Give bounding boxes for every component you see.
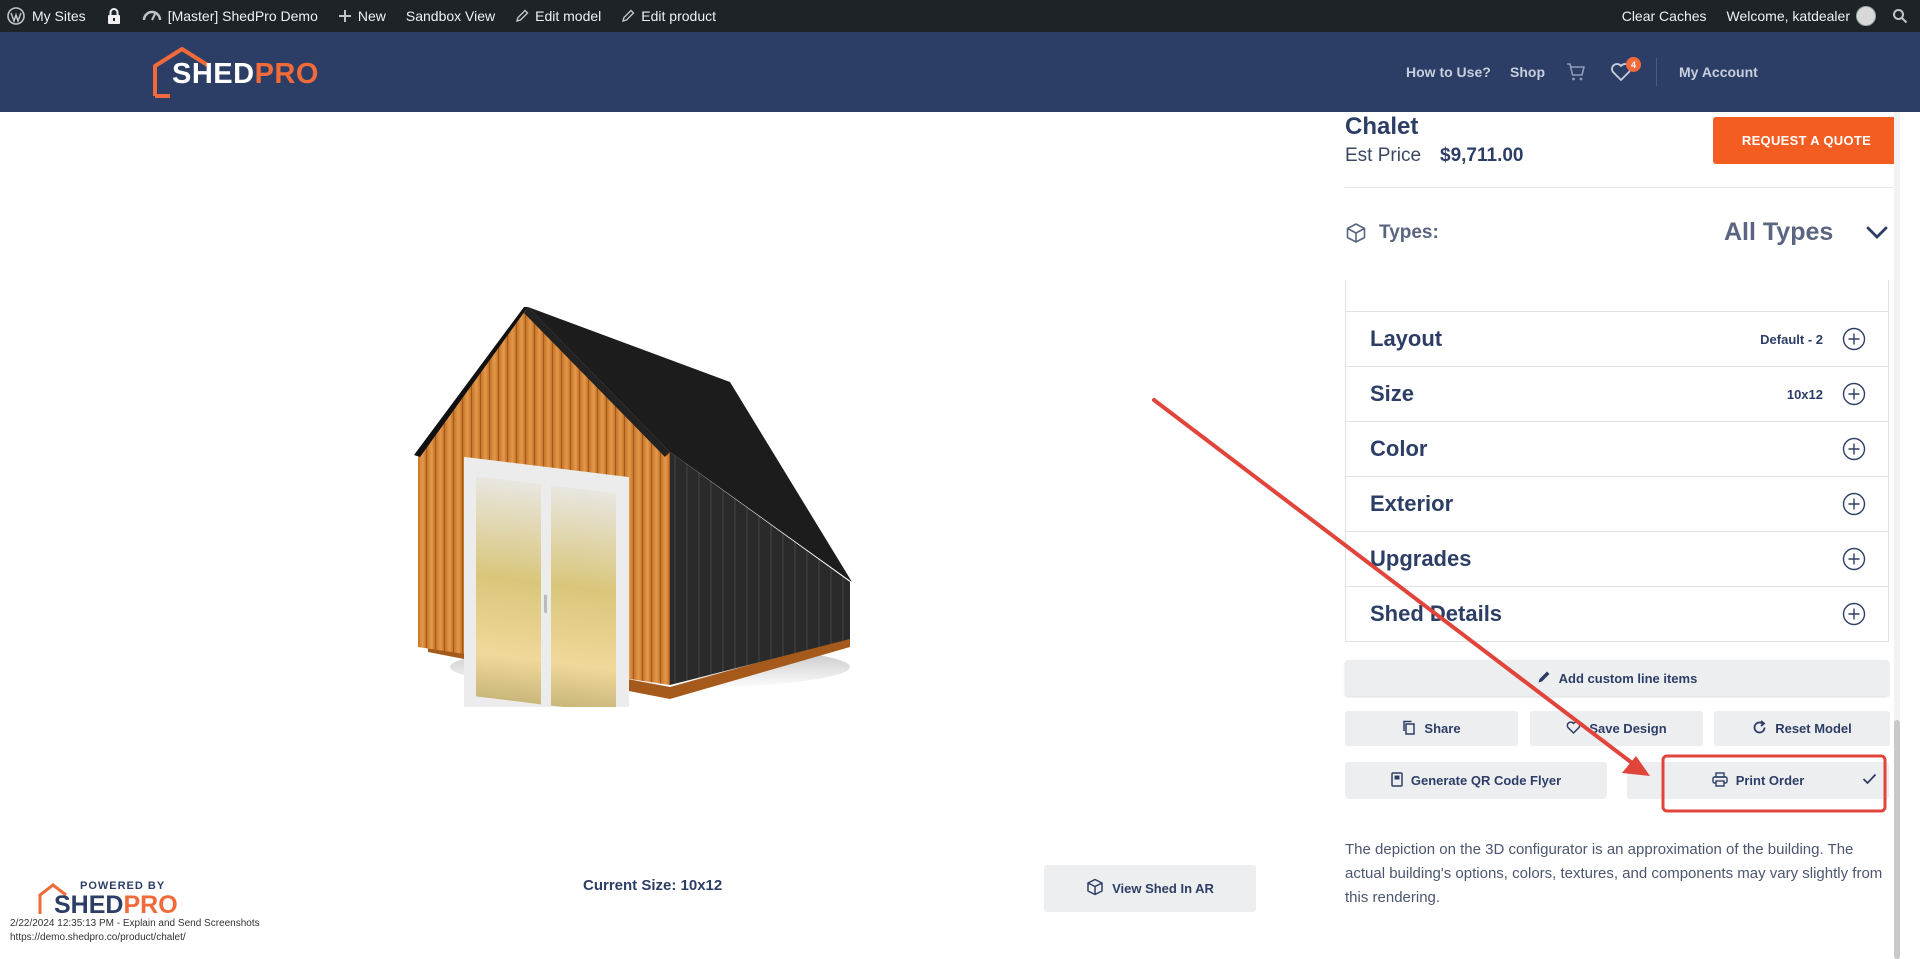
powered-pro-text: PRO: [123, 891, 178, 919]
accordion-row-color[interactable]: Color: [1345, 422, 1889, 477]
shedpro-logo[interactable]: SHEDPRO: [152, 46, 318, 98]
edit-model-label: Edit model: [535, 8, 602, 24]
plus-circle-icon[interactable]: [1842, 382, 1866, 406]
generate-qr-flyer-label: Generate QR Code Flyer: [1410, 773, 1562, 788]
accordion-row-upgrades[interactable]: Upgrades: [1345, 532, 1889, 587]
pencil-icon: [621, 9, 635, 23]
est-price-label: Est Price: [1345, 145, 1422, 166]
printer-icon: [1711, 771, 1728, 790]
cube-icon: [1345, 222, 1367, 249]
plus-icon: [338, 9, 352, 23]
powered-shed-text: SHED: [54, 891, 124, 919]
refresh-icon: [1752, 719, 1767, 738]
site-header: SHEDPRO: [0, 32, 1920, 112]
save-design-label: Save Design: [1589, 721, 1667, 736]
logo-pro-text: PRO: [254, 57, 319, 90]
accordion-value: 10x12: [1786, 386, 1823, 402]
sandbox-label: Sandbox View: [405, 8, 496, 24]
clear-caches-label: Clear Caches: [1621, 8, 1707, 24]
types-label: Types:: [1379, 222, 1439, 243]
product-title: Chalet: [1345, 113, 1419, 140]
view-ar-label: View Shed In AR: [1112, 881, 1214, 896]
pencil-icon: [515, 9, 529, 23]
save-design-button[interactable]: Save Design: [1530, 711, 1703, 746]
view-ar-button[interactable]: View Shed In AR: [1044, 865, 1256, 912]
pencil-icon: [1537, 670, 1551, 687]
my-sites-label: My Sites: [32, 8, 86, 24]
generate-qr-flyer-button[interactable]: Generate QR Code Flyer: [1345, 762, 1607, 799]
plus-circle-icon[interactable]: [1842, 492, 1866, 516]
accordion-label: Size: [1370, 381, 1415, 406]
share-button[interactable]: Share: [1345, 711, 1518, 746]
wishlist-count-badge: 4: [1626, 57, 1641, 72]
types-dropdown[interactable]: All Types: [1724, 218, 1833, 247]
clear-caches-link[interactable]: Clear Caches: [1612, 0, 1717, 32]
edit-product-link[interactable]: Edit product: [611, 0, 726, 32]
accordion-label: Upgrades: [1370, 546, 1472, 571]
add-custom-items-button[interactable]: Add custom line items: [1345, 660, 1889, 696]
search-icon: [1892, 8, 1908, 24]
accordion-label: Exterior: [1370, 491, 1454, 516]
scrollbar-thumb[interactable]: [1894, 720, 1900, 959]
capture-timestamp: 2/22/2024 12:35:13 PM - Explain and Send…: [10, 918, 260, 929]
welcome-label: Welcome, katdealer: [1726, 8, 1850, 24]
wordpress-icon: [6, 6, 26, 26]
new-label: New: [357, 8, 386, 24]
new-content-menu[interactable]: New: [328, 0, 396, 32]
logo-shed-text: SHED: [172, 57, 255, 90]
print-order-label: Print Order: [1735, 773, 1805, 788]
copy-icon: [1402, 720, 1416, 738]
shed-3d-model[interactable]: [400, 307, 870, 707]
cart-icon[interactable]: [1566, 62, 1586, 87]
accordion-label: Shed Details: [1370, 601, 1503, 626]
accordion-row-exterior[interactable]: Exterior: [1345, 477, 1889, 532]
chevron-down-icon[interactable]: [1865, 225, 1889, 246]
plus-circle-icon[interactable]: [1842, 547, 1866, 571]
site-name-menu[interactable]: [Master] ShedPro Demo: [132, 0, 328, 32]
qr-icon: [1391, 771, 1403, 790]
lock-icon: [106, 7, 122, 25]
share-label: Share: [1424, 721, 1461, 736]
disclaimer-text: The depiction on the 3D configurator is …: [1345, 841, 1883, 906]
est-price-value: $9,711.00: [1440, 145, 1524, 166]
lock-item[interactable]: [96, 0, 132, 32]
accordion-row-size[interactable]: Size 10x12: [1345, 367, 1889, 422]
accordion-label: Color: [1370, 436, 1428, 461]
accordion-value: Default - 2: [1760, 331, 1823, 347]
panel-divider: [1345, 187, 1900, 188]
account-menu[interactable]: Welcome, katdealer: [1717, 0, 1886, 32]
nav-how-to-use[interactable]: How to Use?: [1406, 32, 1491, 112]
add-custom-items-label: Add custom line items: [1558, 670, 1698, 686]
sandbox-view-link[interactable]: Sandbox View: [396, 0, 505, 32]
edit-model-link[interactable]: Edit model: [505, 0, 611, 32]
3d-viewer[interactable]: Current Size: 10x12 View Shed In AR POWE…: [0, 112, 1330, 959]
plus-circle-icon[interactable]: [1842, 437, 1866, 461]
accordion-top: [1345, 280, 1889, 312]
edit-product-label: Edit product: [641, 8, 716, 24]
admin-search[interactable]: [1886, 0, 1914, 32]
accordion-row-layout[interactable]: Layout Default - 2: [1345, 312, 1889, 367]
site-name-label: [Master] ShedPro Demo: [167, 8, 318, 24]
reset-model-label: Reset Model: [1775, 721, 1852, 736]
dashboard-icon: [142, 7, 162, 25]
reset-model-button[interactable]: Reset Model: [1714, 711, 1890, 746]
powered-logo-text: SHEDPRO: [54, 891, 178, 920]
nav-my-account[interactable]: My Account: [1679, 32, 1758, 112]
admin-bar: My Sites [Master] ShedPro Demo New Sandb…: [0, 0, 1920, 32]
plus-circle-icon[interactable]: [1842, 602, 1866, 626]
avatar: [1856, 6, 1876, 26]
check-icon: [1862, 773, 1877, 788]
print-order-button[interactable]: Print Order: [1627, 762, 1889, 799]
heart-icon: [1566, 720, 1581, 737]
cube-icon: [1086, 878, 1104, 899]
current-size-label: Current Size: 10x12: [583, 877, 723, 894]
accordion-row-shed-details[interactable]: Shed Details: [1345, 587, 1889, 642]
accordion-label: Layout: [1370, 326, 1443, 351]
plus-circle-icon[interactable]: [1842, 327, 1866, 351]
nav-divider: [1656, 58, 1657, 86]
capture-url: https://demo.shedpro.co/product/chalet/: [10, 932, 186, 943]
nav-shop[interactable]: Shop: [1510, 32, 1545, 112]
request-quote-button[interactable]: REQUEST A QUOTE: [1713, 117, 1900, 164]
my-sites-menu[interactable]: My Sites: [0, 0, 96, 32]
